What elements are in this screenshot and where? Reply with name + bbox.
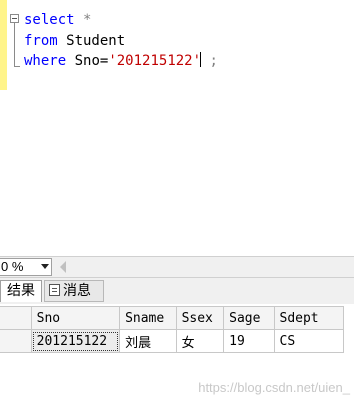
chevron-down-icon[interactable] [41, 264, 49, 269]
table-row[interactable]: 201215122 刘晨 女 19 CS [0, 329, 344, 353]
where-column: Sno= [66, 53, 109, 69]
change-indicator-bar [0, 0, 7, 90]
results-tab-bar: 结果 消息 [0, 278, 354, 304]
code-line-2: from Student [24, 32, 125, 50]
zoom-select[interactable]: 0 % [0, 258, 52, 276]
row-header[interactable] [0, 329, 32, 353]
cell-ssex[interactable]: 女 [175, 329, 225, 353]
keyword-select: select [24, 12, 75, 28]
code-line-3: where Sno='201215122' ; [24, 52, 218, 70]
fold-guide-end [14, 66, 20, 67]
where-string: '201215122' [108, 53, 202, 69]
cell-sdept[interactable]: CS [273, 329, 344, 353]
scroll-left-icon[interactable] [60, 261, 66, 273]
cell-sno[interactable]: 201215122 [30, 329, 121, 353]
results-grid-area: Sno Sname Ssex Sage Sdept 201215122 刘晨 女… [0, 304, 354, 412]
watermark: https://blog.csdn.net/uien_ [198, 380, 350, 395]
cell-sname[interactable]: 刘晨 [119, 329, 177, 353]
cell-sage[interactable]: 19 [223, 329, 275, 353]
tab-results[interactable]: 结果 [0, 280, 42, 302]
from-rest: Student [57, 33, 126, 49]
tab-results-label: 结果 [7, 283, 35, 299]
column-header-ssex[interactable]: Ssex [175, 306, 225, 330]
zoom-bar: 0 % [0, 256, 354, 278]
messages-icon [49, 284, 60, 296]
grid-header-row: Sno Sname Ssex Sage Sdept [0, 306, 344, 330]
fold-guide-line [14, 23, 15, 67]
tab-messages-label: 消息 [63, 283, 91, 299]
collapse-icon[interactable] [10, 14, 19, 23]
zoom-value: 0 % [1, 259, 24, 274]
results-grid: Sno Sname Ssex Sage Sdept 201215122 刘晨 女… [0, 306, 344, 353]
column-header-sname[interactable]: Sname [119, 306, 177, 330]
statement-terminator: ; [201, 53, 218, 69]
keyword-where: where [24, 53, 67, 69]
tab-messages[interactable]: 消息 [44, 280, 104, 302]
select-rest: * [74, 12, 92, 28]
sql-editor[interactable]: select * from Student where Sno='2012151… [0, 0, 354, 255]
grid-corner[interactable] [0, 306, 32, 330]
code-line-1: select * [24, 11, 91, 29]
column-header-sdept[interactable]: Sdept [273, 306, 344, 330]
column-header-sage[interactable]: Sage [223, 306, 275, 330]
column-header-sno[interactable]: Sno [30, 306, 121, 330]
keyword-from: from [24, 33, 58, 49]
